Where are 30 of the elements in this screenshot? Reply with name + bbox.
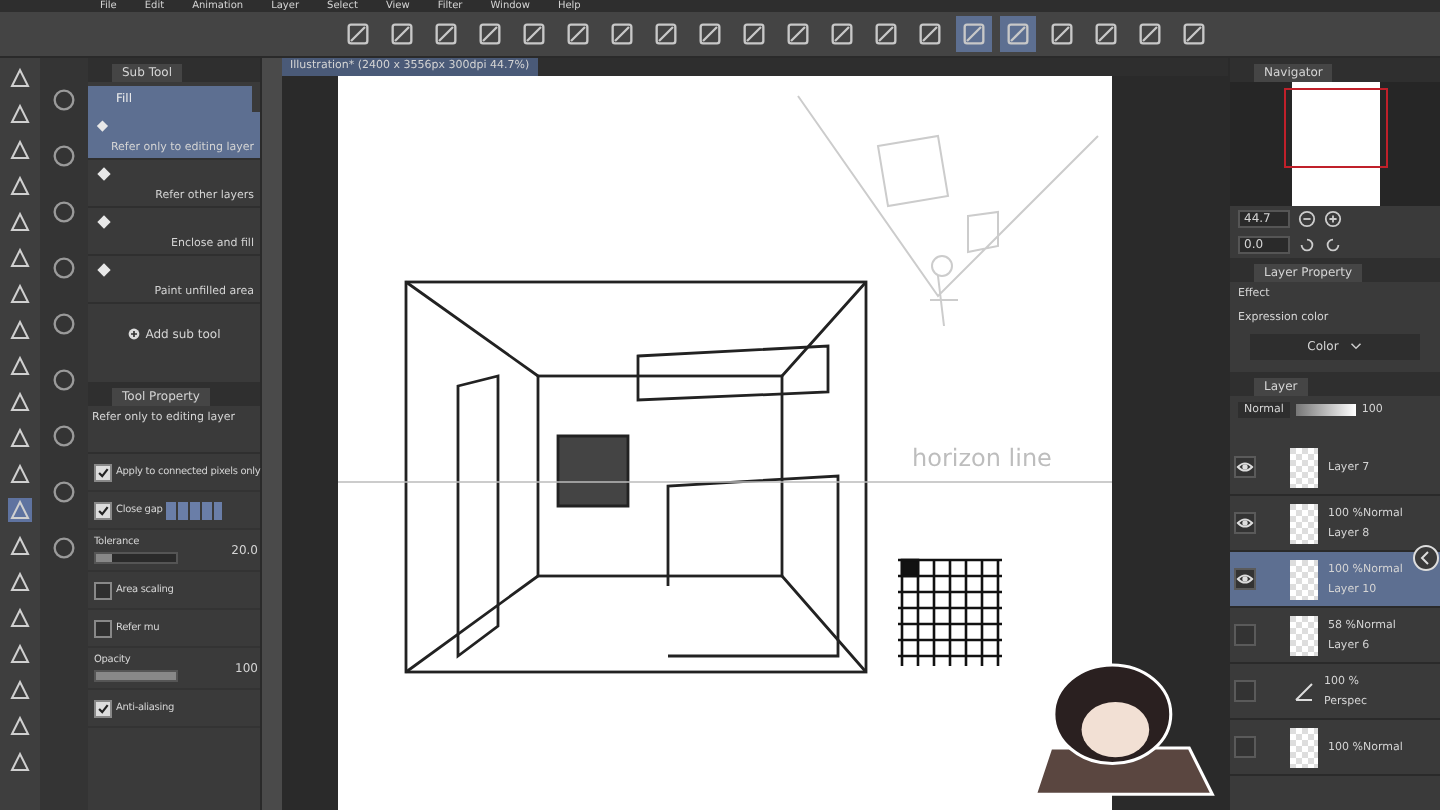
visibility-toggle[interactable] [1234, 512, 1256, 534]
visibility-toggle[interactable] [1234, 568, 1256, 590]
visibility-toggle[interactable] [1234, 680, 1256, 702]
chevron-down-icon [1350, 342, 1363, 350]
navigator-preview[interactable] [1230, 82, 1440, 206]
plus-icon [127, 328, 140, 340]
slider-fill[interactable] [96, 554, 112, 562]
checkbox[interactable] [94, 463, 112, 481]
checkbox[interactable] [94, 619, 112, 637]
checkbox[interactable] [94, 501, 112, 519]
checkbox[interactable] [94, 581, 112, 599]
zoom-out-icon[interactable] [1298, 210, 1316, 228]
visibility-toggle[interactable] [1234, 624, 1256, 646]
ruler-icon [1294, 681, 1314, 701]
layer-thumbnail [1290, 559, 1318, 599]
canvas-note: horizon line [912, 444, 1052, 472]
visibility-toggle[interactable] [1234, 456, 1256, 478]
rotate-right-icon[interactable] [1324, 236, 1342, 254]
layer-thumbnail [1290, 447, 1318, 487]
rotate-left-icon[interactable] [1298, 236, 1316, 254]
layer-thumbnail [1290, 615, 1318, 655]
grid-sketch-drawing [896, 558, 1004, 668]
opacity-bar[interactable] [1295, 404, 1356, 416]
zoom-in-icon[interactable] [1324, 210, 1342, 228]
gap-level-bar[interactable] [166, 501, 223, 519]
layer-thumbnail [1290, 727, 1318, 767]
slider-fill[interactable] [96, 672, 176, 680]
visibility-toggle[interactable] [1234, 736, 1256, 758]
layer-thumbnail [1290, 503, 1318, 543]
checkbox[interactable] [94, 699, 112, 717]
